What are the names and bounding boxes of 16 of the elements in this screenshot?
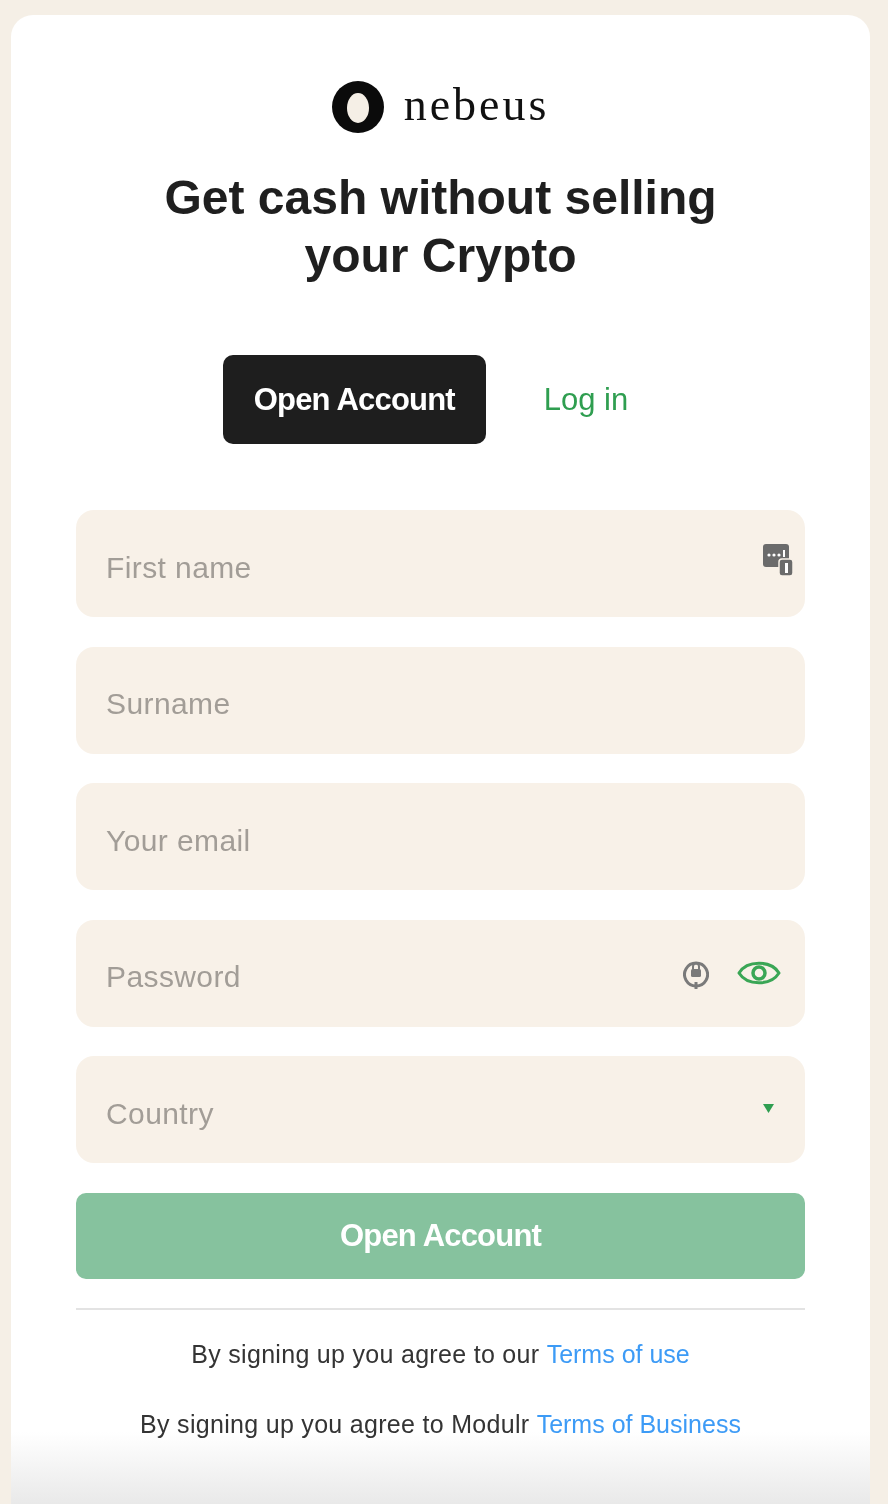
- text-field[interactable]: Your email: [76, 783, 805, 890]
- brand-name: nebeus: [403, 79, 550, 132]
- tab[interactable]: Open Account: [222, 355, 486, 444]
- terms-link[interactable]: Terms of Business: [536, 1410, 741, 1438]
- autofill-icon: [763, 543, 793, 576]
- text-field[interactable]: First name: [76, 510, 805, 617]
- terms-notice: By signing up you agree to Modulr Terms of Business: [140, 1409, 741, 1439]
- text-field[interactable]: Surname: [76, 646, 805, 754]
- dropdown-field[interactable]: Country: [76, 1056, 805, 1163]
- caret-icon: [763, 1104, 774, 1113]
- terms-notice: By signing up you agree to our Terms of use: [191, 1339, 690, 1369]
- password-field[interactable]: Password: [76, 919, 805, 1027]
- terms-link[interactable]: Terms of use: [546, 1340, 690, 1368]
- logo-icon: [331, 81, 384, 133]
- page-heading: Get cash without selling your Crypto: [163, 170, 718, 284]
- tab[interactable]: Log in: [543, 355, 629, 444]
